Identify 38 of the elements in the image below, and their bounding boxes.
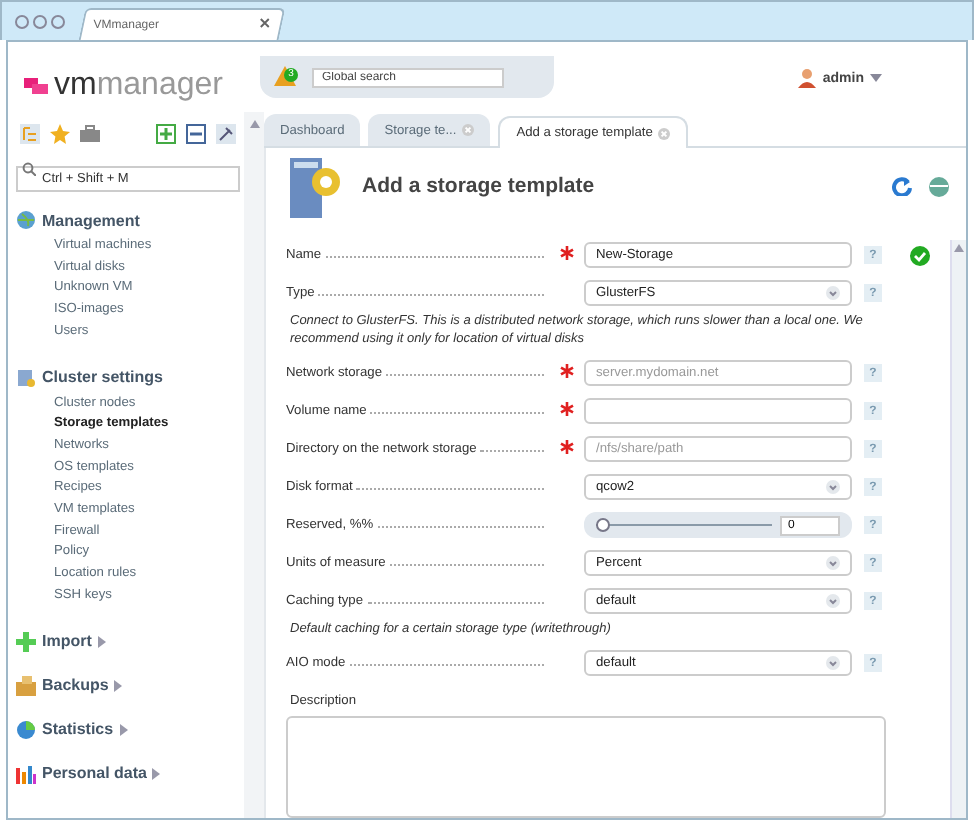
collapse-icon: [186, 124, 206, 144]
page-title: Add a storage template: [362, 174, 597, 198]
user-icon: [798, 68, 817, 88]
close-icon: [658, 127, 671, 139]
logo-icon: [24, 78, 48, 94]
menu-group[interactable]: Cluster settings: [42, 368, 163, 387]
tree-icon: [20, 124, 40, 144]
menu-group[interactable]: Backups: [42, 676, 109, 695]
text-field[interactable]: [584, 398, 852, 424]
server-settings-icon: [286, 154, 346, 218]
dropdown-icon: [826, 594, 840, 608]
scroll-up-icon: [954, 244, 964, 252]
dropdown-icon: [826, 656, 840, 670]
close-icon: [462, 124, 475, 136]
scrollbar[interactable]: [950, 240, 966, 818]
slider-thumb[interactable]: [596, 518, 610, 532]
star-icon: [50, 124, 70, 144]
refresh-icon: [892, 176, 912, 196]
dropdown-icon: [826, 480, 840, 494]
close-icon: [259, 18, 270, 28]
bar-chart-icon: [16, 763, 36, 784]
menu-group[interactable]: Management: [42, 211, 140, 229]
dropdown-icon: [826, 286, 840, 300]
pie-chart-icon: [16, 719, 36, 740]
plus-icon: [16, 631, 36, 652]
caret-icon: [870, 74, 882, 82]
splitter[interactable]: [244, 112, 264, 818]
menu-group[interactable]: Statistics: [42, 720, 114, 739]
briefcase-icon: [80, 124, 100, 144]
description-field[interactable]: [286, 716, 886, 818]
expand-icon: [156, 124, 176, 144]
dropdown-icon: [826, 556, 840, 570]
menu-group[interactable]: Personal data: [42, 764, 147, 783]
logo-text: vmmanager: [54, 68, 223, 104]
server-icon: [16, 367, 36, 388]
menu-group[interactable]: Import: [42, 632, 92, 651]
box-icon: [16, 675, 36, 696]
scroll-up-icon: [249, 120, 259, 128]
